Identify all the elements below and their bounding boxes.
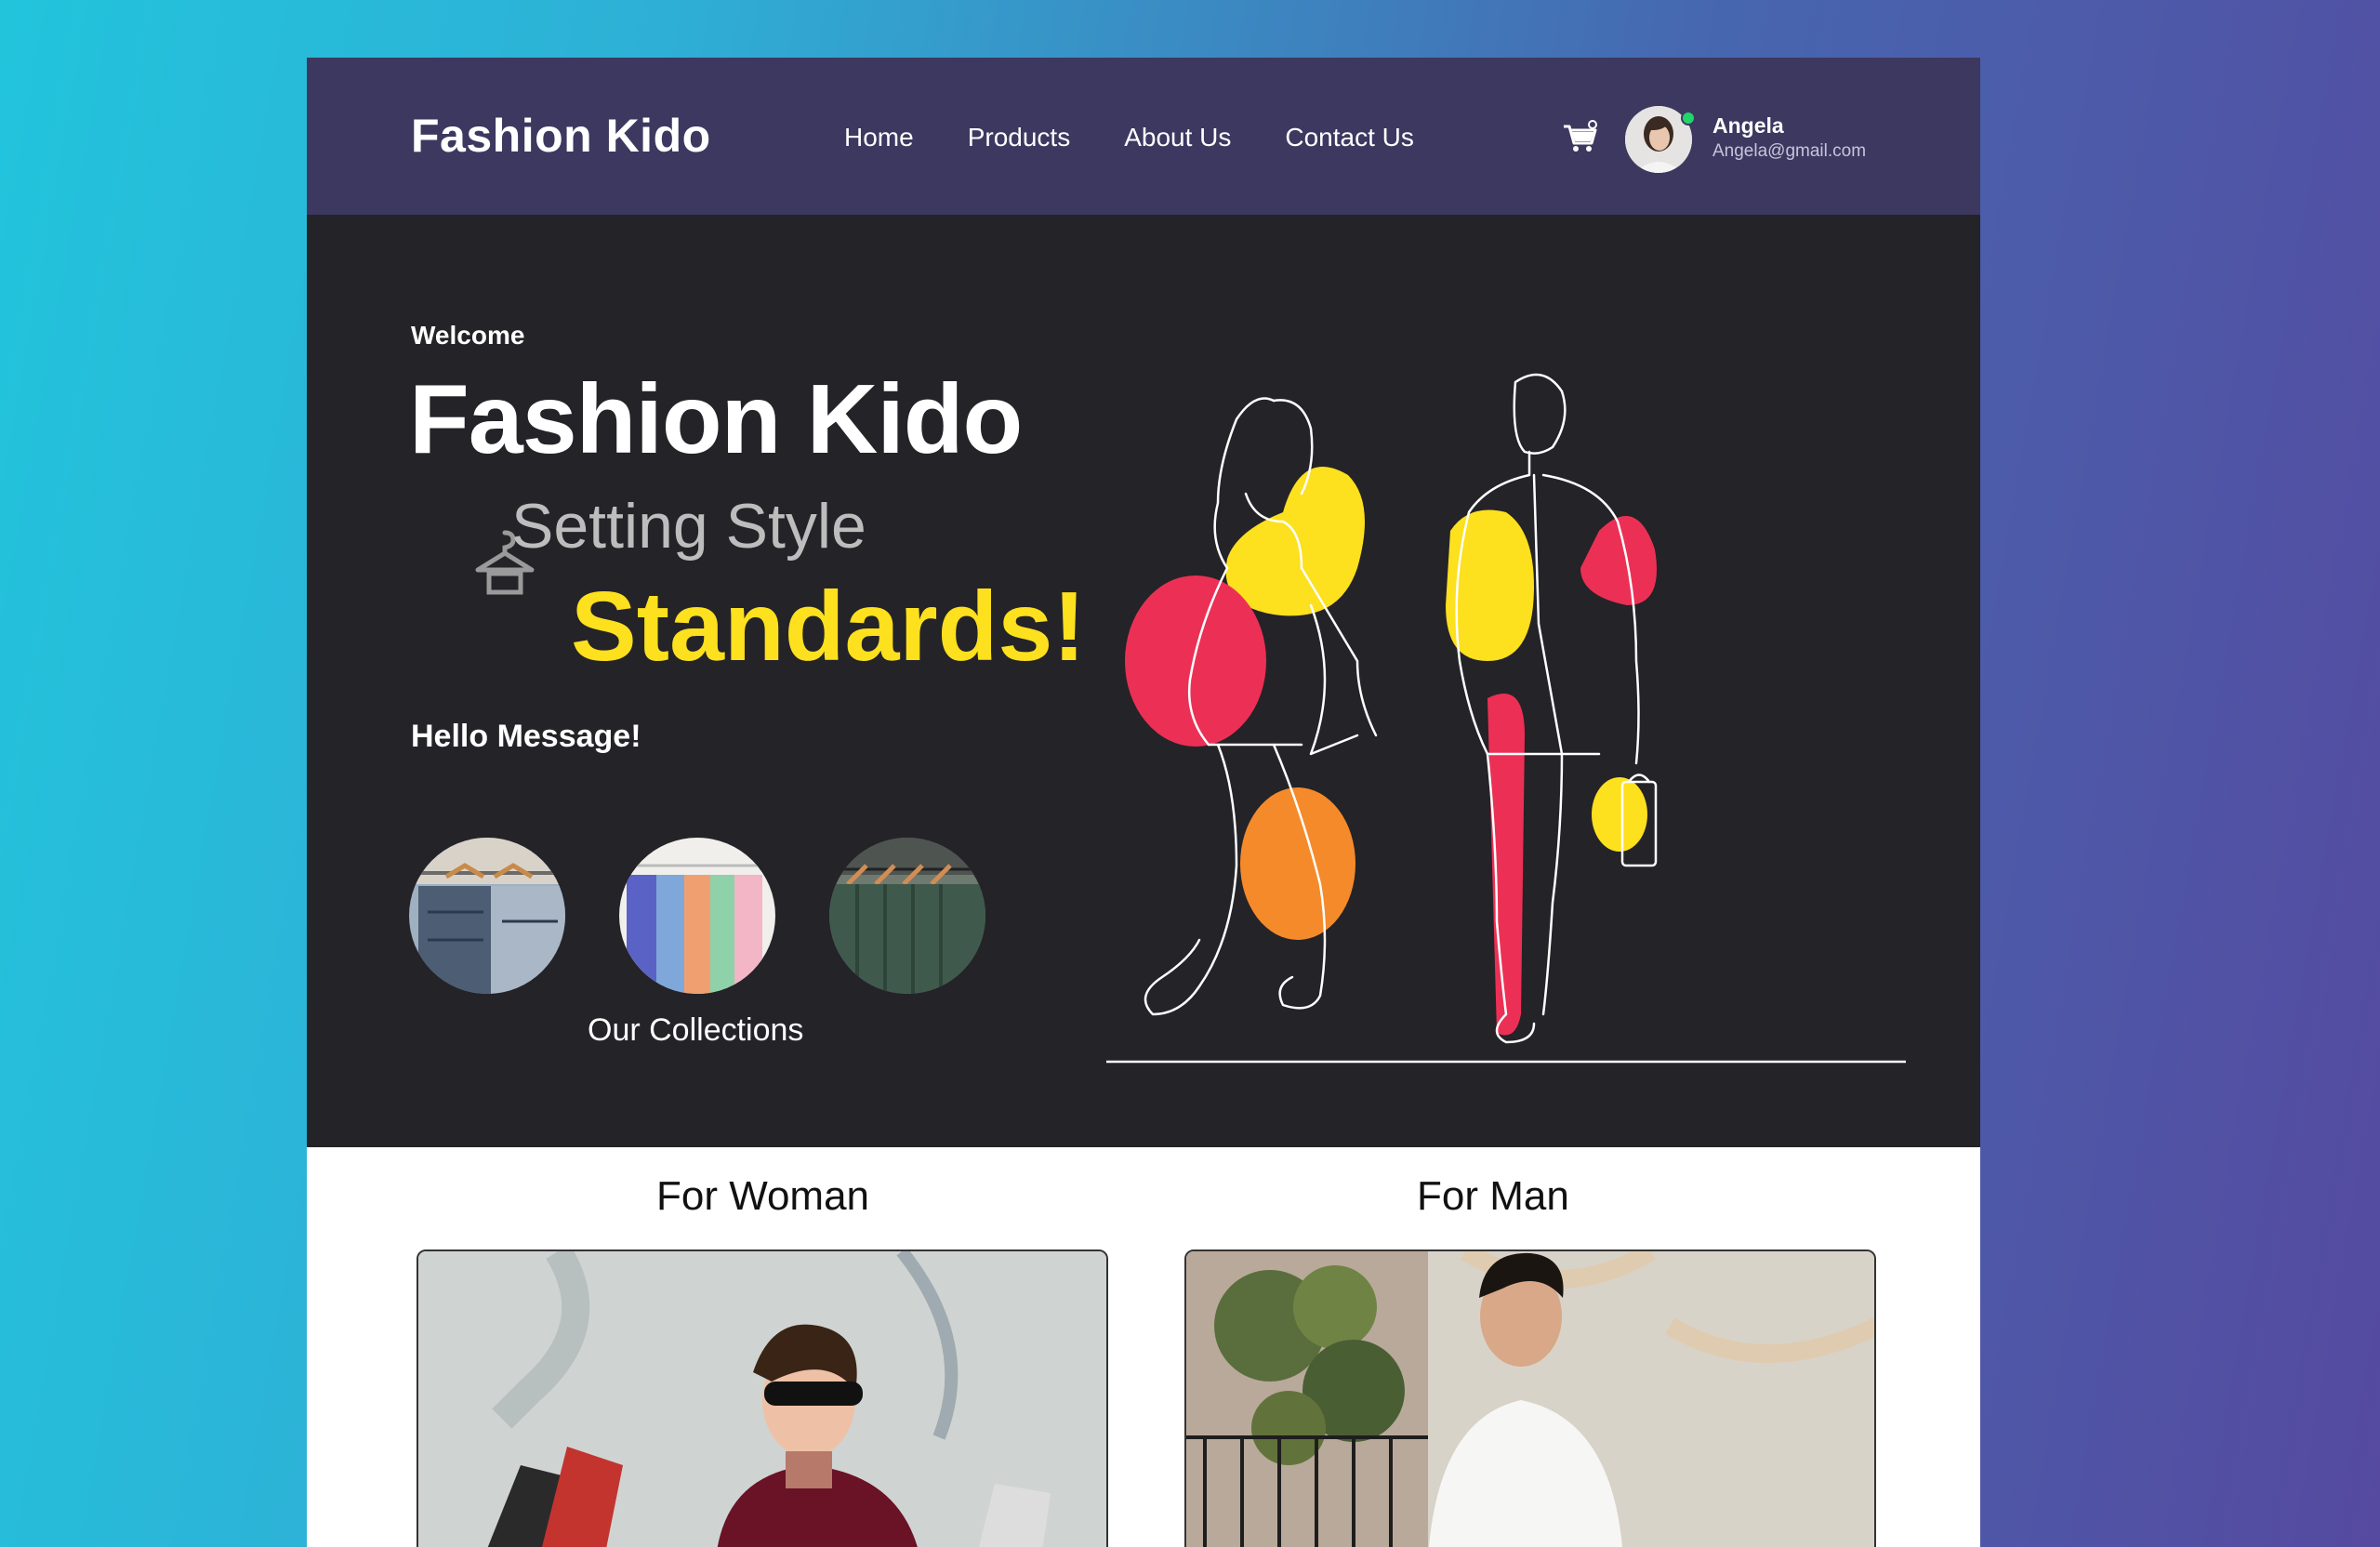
blob-yellow-bag <box>1592 777 1647 852</box>
nav-about-us[interactable]: About Us <box>1124 123 1231 152</box>
section-title-woman: For Woman <box>656 1173 870 1219</box>
hero-title: Fashion Kido <box>409 364 1023 474</box>
online-status-dot <box>1681 111 1696 126</box>
main-nav: Home Products About Us Contact Us <box>844 123 1468 152</box>
brand-logo[interactable]: Fashion Kido <box>411 109 711 163</box>
user-email: Angela@gmail.com <box>1712 141 1867 161</box>
collection-thumb-green-tees[interactable] <box>829 838 985 994</box>
fashion-couple-illustration <box>1106 373 1906 1064</box>
collection-thumb-shirts[interactable] <box>619 838 775 994</box>
cart-icon[interactable] <box>1562 119 1599 156</box>
man-model-photo <box>1186 1251 1874 1547</box>
collection-thumb-denim[interactable] <box>409 838 565 994</box>
blob-yellow-man <box>1446 509 1534 661</box>
man-collection-card[interactable] <box>1184 1250 1876 1547</box>
welcome-text: Welcome <box>411 321 525 350</box>
nav-contact-us[interactable]: Contact Us <box>1285 123 1414 152</box>
hello-message: Hello Message! <box>411 719 641 754</box>
blob-red-man-leg <box>1488 694 1525 1036</box>
woman-collection-card[interactable] <box>416 1250 1108 1547</box>
collections-label: Our Collections <box>588 1012 804 1048</box>
top-navbar: Fashion Kido Home Products About Us Cont… <box>307 58 1980 215</box>
hero-section: Welcome Fashion Kido Setting Style Stand… <box>307 215 1980 1147</box>
nav-home[interactable]: Home <box>844 123 914 152</box>
woman-model-photo <box>418 1251 1106 1547</box>
page-frame: Fashion Kido Home Products About Us Cont… <box>307 58 1980 1547</box>
user-name: Angela <box>1712 113 1784 138</box>
nav-products[interactable]: Products <box>968 123 1071 152</box>
tagline-line-2: Standards! <box>571 572 1086 681</box>
blob-yellow-woman <box>1225 467 1365 616</box>
section-title-man: For Man <box>1417 1173 1569 1219</box>
blob-red-man <box>1580 516 1657 605</box>
tagline-line-1: Setting Style <box>511 491 866 562</box>
